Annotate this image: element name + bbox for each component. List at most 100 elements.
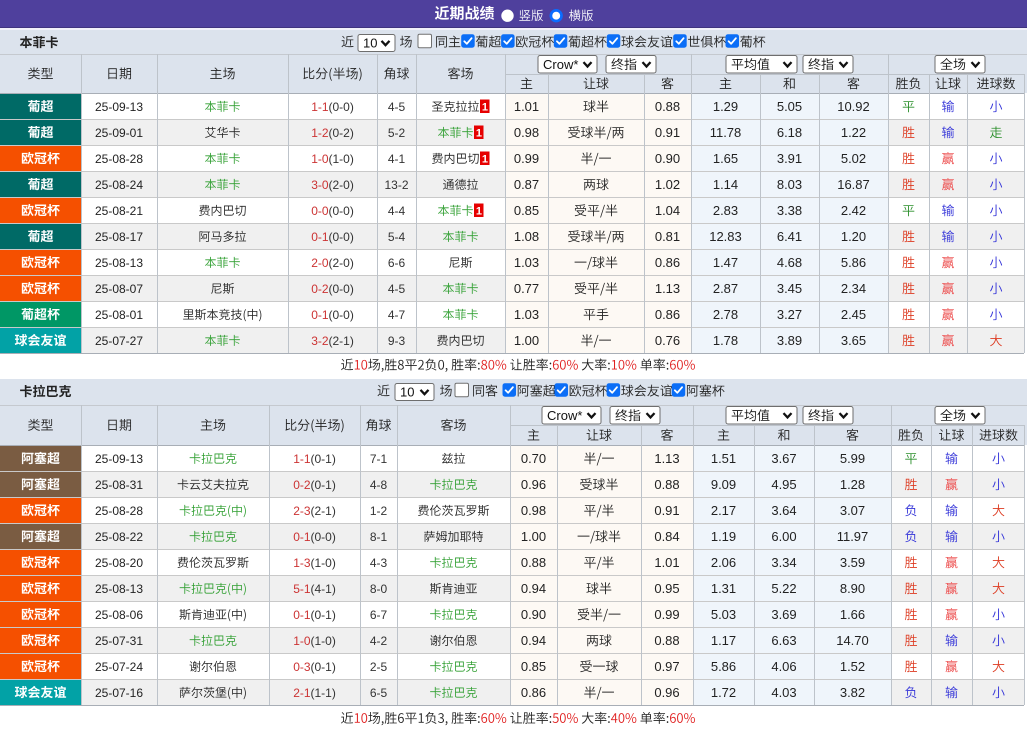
svg-text:3-0: 3-0	[311, 178, 329, 192]
svg-text:25-08-13: 25-08-13	[95, 582, 143, 596]
svg-text:1.51: 1.51	[711, 451, 736, 466]
svg-text:4.68: 4.68	[777, 255, 802, 270]
svg-text:25-08-31: 25-08-31	[95, 478, 143, 492]
svg-text:1-3: 1-3	[293, 556, 311, 570]
svg-text:25-09-13: 25-09-13	[95, 452, 143, 466]
svg-text:16.87: 16.87	[837, 177, 870, 192]
svg-text:1.01: 1.01	[514, 99, 539, 114]
svg-text:2.06: 2.06	[711, 555, 736, 570]
svg-text:3.65: 3.65	[841, 333, 866, 348]
svg-text:8-1: 8-1	[370, 530, 388, 544]
svg-text:0.98: 0.98	[521, 503, 546, 518]
svg-text:0.97: 0.97	[654, 659, 679, 674]
svg-text:1.17: 1.17	[711, 633, 736, 648]
svg-text:3.69: 3.69	[771, 607, 796, 622]
svg-text:5.99: 5.99	[840, 451, 865, 466]
svg-text:0-2: 0-2	[311, 282, 329, 296]
svg-text:5.86: 5.86	[711, 659, 736, 674]
svg-text:25-08-20: 25-08-20	[95, 556, 143, 570]
svg-text:0.86: 0.86	[655, 255, 680, 270]
svg-text:1-0: 1-0	[293, 634, 311, 648]
svg-text:3.91: 3.91	[777, 151, 802, 166]
svg-text:0.98: 0.98	[514, 125, 539, 140]
svg-text:1.04: 1.04	[655, 203, 680, 218]
svg-text:1.28: 1.28	[840, 477, 865, 492]
svg-text:1.52: 1.52	[840, 659, 865, 674]
svg-text:1: 1	[482, 153, 488, 165]
svg-text:3.45: 3.45	[777, 281, 802, 296]
svg-text:1: 1	[482, 101, 488, 113]
svg-text:25-08-17: 25-08-17	[95, 230, 143, 244]
svg-text:6.18: 6.18	[777, 125, 802, 140]
svg-text:1.66: 1.66	[840, 607, 865, 622]
svg-text:(1-0): (1-0)	[329, 152, 354, 166]
svg-text:0.99: 0.99	[514, 151, 539, 166]
svg-text:1.01: 1.01	[654, 555, 679, 570]
svg-text:5-2: 5-2	[388, 126, 406, 140]
svg-text:25-08-07: 25-08-07	[95, 282, 143, 296]
svg-text:0.99: 0.99	[654, 607, 679, 622]
svg-text:0.94: 0.94	[521, 581, 546, 596]
svg-text:(2-0): (2-0)	[329, 256, 354, 270]
svg-text:(0-1): (0-1)	[311, 608, 336, 622]
svg-text:3.64: 3.64	[771, 503, 796, 518]
svg-text:1.03: 1.03	[514, 307, 539, 322]
svg-text:0-1: 0-1	[293, 608, 311, 622]
svg-text:4-5: 4-5	[388, 100, 406, 114]
svg-text:(0-0): (0-0)	[329, 282, 354, 296]
svg-text:Crow*: Crow*	[547, 408, 582, 423]
svg-text:25-07-16: 25-07-16	[95, 686, 143, 700]
svg-text:1.29: 1.29	[713, 99, 738, 114]
svg-text:4-4: 4-4	[388, 204, 406, 218]
svg-text:4-2: 4-2	[370, 634, 388, 648]
svg-text:3.67: 3.67	[771, 451, 796, 466]
svg-text:8.03: 8.03	[777, 177, 802, 192]
svg-text:25-07-27: 25-07-27	[95, 334, 143, 348]
svg-text:1.13: 1.13	[654, 451, 679, 466]
svg-text:25-07-24: 25-07-24	[95, 660, 143, 674]
svg-text:0.85: 0.85	[521, 659, 546, 674]
svg-text:(1-1): (1-1)	[311, 686, 336, 700]
svg-text:25-09-01: 25-09-01	[95, 126, 143, 140]
svg-text:0.96: 0.96	[521, 477, 546, 492]
svg-text:3.34: 3.34	[771, 555, 796, 570]
svg-text:1.20: 1.20	[841, 229, 866, 244]
svg-text:6-5: 6-5	[370, 686, 388, 700]
svg-text:0.81: 0.81	[655, 229, 680, 244]
svg-text:3.82: 3.82	[840, 685, 865, 700]
svg-text:5.05: 5.05	[777, 99, 802, 114]
svg-text:2-1: 2-1	[293, 686, 311, 700]
svg-text:11.78: 11.78	[710, 125, 742, 140]
svg-text:6.63: 6.63	[771, 633, 796, 648]
svg-text:1.08: 1.08	[514, 229, 539, 244]
svg-text:(0-1): (0-1)	[311, 478, 336, 492]
svg-text:6.00: 6.00	[771, 529, 796, 544]
svg-text:4-3: 4-3	[370, 556, 388, 570]
svg-text:0.86: 0.86	[521, 685, 546, 700]
svg-text:0.95: 0.95	[654, 581, 679, 596]
svg-text:8.90: 8.90	[840, 581, 865, 596]
svg-text:(4-1): (4-1)	[311, 582, 336, 596]
svg-text:3.38: 3.38	[777, 203, 802, 218]
svg-text:6-7: 6-7	[370, 608, 388, 622]
svg-text:0.90: 0.90	[655, 151, 680, 166]
svg-text:1.00: 1.00	[521, 529, 546, 544]
svg-text:1-0: 1-0	[311, 152, 329, 166]
svg-text:2.42: 2.42	[841, 203, 866, 218]
svg-text:0-3: 0-3	[293, 660, 311, 674]
svg-text:3.07: 3.07	[840, 503, 865, 518]
svg-text:2.83: 2.83	[713, 203, 738, 218]
svg-text:9-3: 9-3	[388, 334, 406, 348]
svg-text:0-1: 0-1	[311, 308, 329, 322]
svg-text:25-09-13: 25-09-13	[95, 100, 143, 114]
svg-text:1.72: 1.72	[711, 685, 736, 700]
svg-text:25-08-22: 25-08-22	[95, 530, 143, 544]
svg-text:9.09: 9.09	[711, 477, 736, 492]
svg-text:25-07-31: 25-07-31	[95, 634, 143, 648]
svg-text:11.97: 11.97	[837, 529, 869, 544]
svg-text:8-0: 8-0	[370, 582, 388, 596]
svg-text:0.84: 0.84	[654, 529, 679, 544]
svg-text:3.89: 3.89	[777, 333, 802, 348]
svg-text:(0-2): (0-2)	[329, 126, 354, 140]
svg-text:0.90: 0.90	[521, 607, 546, 622]
